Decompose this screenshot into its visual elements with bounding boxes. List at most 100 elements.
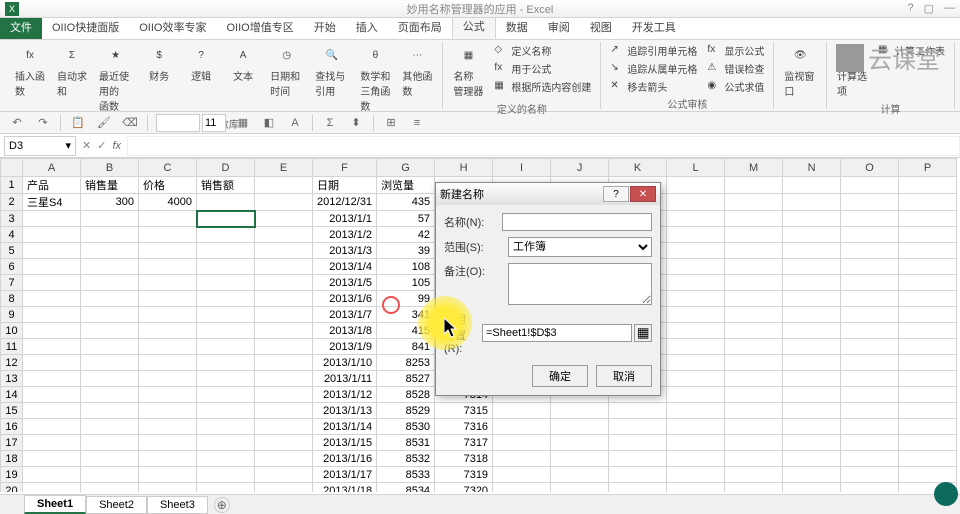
cell[interactable]: 2013/1/7 — [313, 307, 377, 323]
row-header[interactable]: 9 — [1, 307, 23, 323]
cell[interactable] — [197, 483, 255, 493]
cell[interactable]: 2013/1/4 — [313, 259, 377, 275]
use-formula-button[interactable]: fx用于公式 — [491, 60, 594, 77]
cell[interactable]: 435 — [377, 194, 435, 211]
error-check-button[interactable]: ⚠错误检查 — [704, 60, 767, 77]
cell[interactable] — [783, 339, 841, 355]
cell[interactable]: 8534 — [377, 483, 435, 493]
cell[interactable]: 2013/1/6 — [313, 291, 377, 307]
cell[interactable] — [783, 323, 841, 339]
cell[interactable] — [255, 275, 313, 291]
cell[interactable]: 7316 — [435, 419, 493, 435]
cell[interactable] — [841, 194, 899, 211]
tab-file[interactable]: 文件 — [0, 15, 42, 39]
cell[interactable] — [139, 211, 197, 227]
cell[interactable] — [197, 275, 255, 291]
cell[interactable] — [725, 483, 783, 493]
cell[interactable] — [23, 307, 81, 323]
cell[interactable] — [725, 177, 783, 194]
cell[interactable]: 2013/1/11 — [313, 371, 377, 387]
name-manager-button[interactable]: ▦名称 管理器 — [449, 42, 487, 100]
cell[interactable] — [493, 419, 551, 435]
cell[interactable] — [667, 419, 725, 435]
cell[interactable] — [667, 467, 725, 483]
cell[interactable]: 415 — [377, 323, 435, 339]
cell[interactable] — [23, 387, 81, 403]
cell[interactable]: 8529 — [377, 403, 435, 419]
cell[interactable] — [81, 435, 139, 451]
cell[interactable] — [23, 483, 81, 493]
cell[interactable]: 2013/1/17 — [313, 467, 377, 483]
redo-button[interactable]: ↷ — [34, 114, 52, 132]
cell[interactable] — [667, 403, 725, 419]
cell[interactable] — [841, 435, 899, 451]
row-header[interactable]: 20 — [1, 483, 23, 493]
col-H[interactable]: H — [435, 159, 493, 177]
cell[interactable] — [783, 355, 841, 371]
cell[interactable] — [899, 275, 957, 291]
cell[interactable] — [667, 177, 725, 194]
eval-button[interactable]: ◉公式求值 — [704, 78, 767, 95]
cell[interactable] — [783, 403, 841, 419]
cell[interactable] — [725, 371, 783, 387]
cell[interactable] — [255, 371, 313, 387]
merge-button[interactable]: ⊞ — [382, 114, 400, 132]
cell[interactable] — [725, 419, 783, 435]
cell[interactable] — [783, 275, 841, 291]
sheet-tab-2[interactable]: Sheet2 — [86, 496, 147, 514]
cell[interactable] — [841, 467, 899, 483]
create-selection-button[interactable]: ▦根据所选内容创建 — [491, 78, 594, 95]
math-button[interactable]: θ数学和 三角函数 — [356, 42, 394, 115]
cell[interactable]: 7315 — [435, 403, 493, 419]
cell[interactable] — [783, 227, 841, 243]
dialog-help-button[interactable]: ? — [603, 186, 629, 202]
cell[interactable]: 2013/1/5 — [313, 275, 377, 291]
cell[interactable]: 108 — [377, 259, 435, 275]
sheets-tab-3[interactable]: Sheet3 — [147, 496, 208, 514]
cell[interactable] — [139, 419, 197, 435]
row-header[interactable]: 2 — [1, 194, 23, 211]
ref-input[interactable] — [482, 324, 632, 342]
cell[interactable] — [899, 227, 957, 243]
col-C[interactable]: C — [139, 159, 197, 177]
lookup-button[interactable]: 🔍查找与引用 — [311, 42, 352, 100]
cell[interactable]: 8528 — [377, 387, 435, 403]
cell[interactable] — [725, 211, 783, 227]
col-E[interactable]: E — [255, 159, 313, 177]
col-P[interactable]: P — [899, 159, 957, 177]
border-button[interactable]: ▦ — [234, 114, 252, 132]
cell[interactable]: 39 — [377, 243, 435, 259]
comment-input[interactable] — [508, 263, 652, 305]
col-D[interactable]: D — [197, 159, 255, 177]
cell[interactable] — [255, 291, 313, 307]
col-O[interactable]: O — [841, 159, 899, 177]
col-G[interactable]: G — [377, 159, 435, 177]
cell[interactable] — [667, 435, 725, 451]
cell[interactable] — [841, 177, 899, 194]
row-header[interactable]: 6 — [1, 259, 23, 275]
cell[interactable] — [551, 467, 609, 483]
name-box[interactable]: D3▾ — [4, 136, 76, 156]
cell[interactable] — [783, 371, 841, 387]
cell[interactable] — [899, 307, 957, 323]
cell[interactable] — [841, 403, 899, 419]
cell[interactable] — [493, 435, 551, 451]
text-button[interactable]: A文本 — [224, 42, 262, 85]
cell[interactable] — [23, 259, 81, 275]
fx-icon[interactable]: fx — [112, 140, 121, 152]
cell[interactable]: 7318 — [435, 451, 493, 467]
tab-home[interactable]: 开始 — [304, 15, 346, 39]
datetime-button[interactable]: ◷日期和时间 — [266, 42, 307, 100]
row-header[interactable]: 19 — [1, 467, 23, 483]
row-header[interactable]: 5 — [1, 243, 23, 259]
recent-button[interactable]: ★最近使用的 函数 — [95, 42, 136, 115]
cell[interactable]: 57 — [377, 211, 435, 227]
trace-precedent-button[interactable]: ↗追踪引用单元格 — [607, 42, 700, 59]
cell[interactable] — [197, 419, 255, 435]
cell[interactable] — [551, 483, 609, 493]
brush-button[interactable]: 🖌 — [95, 114, 113, 132]
cell[interactable] — [81, 387, 139, 403]
cell[interactable]: 产品 — [23, 177, 81, 194]
insert-function-button[interactable]: fx插入函数 — [11, 42, 49, 100]
col-B[interactable]: B — [81, 159, 139, 177]
